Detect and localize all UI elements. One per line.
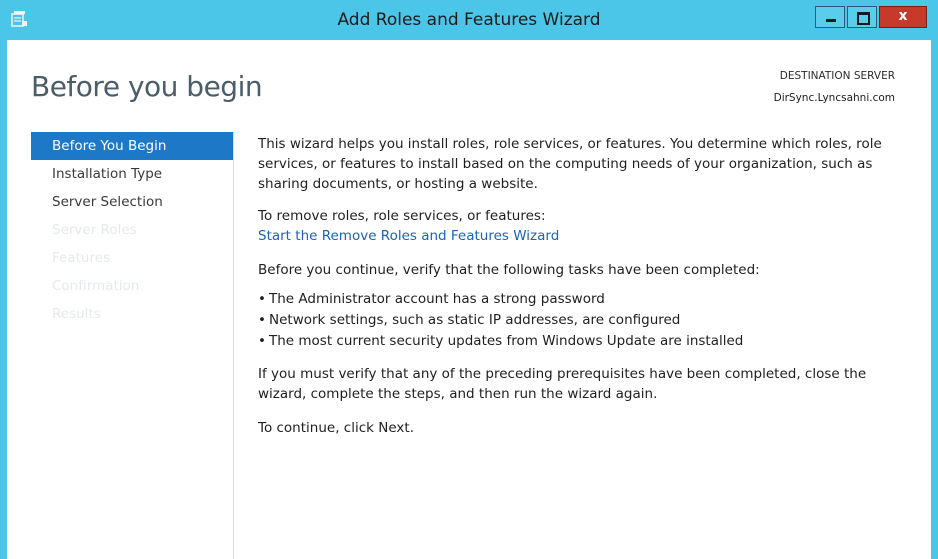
destination-server-label: DESTINATION SERVER	[779, 70, 895, 82]
window-title: Add Roles and Features Wizard	[337, 10, 601, 30]
verify-intro-text: Before you continue, verify that the fol…	[258, 262, 760, 278]
list-item: • The Administrator account has a strong …	[258, 291, 605, 307]
continue-text: To continue, click Next.	[258, 420, 414, 436]
nav-item-server-roles: Server Roles	[52, 222, 137, 238]
list-item: • The most current security updates from …	[258, 333, 744, 349]
nav-item-confirmation: Confirmation	[52, 278, 140, 294]
intro-text: This wizard helps you install roles, rol…	[258, 136, 882, 192]
nav-item-features: Features	[52, 250, 111, 266]
close-icon: x	[898, 8, 908, 24]
nav-item-server-selection[interactable]: Server Selection	[31, 188, 233, 216]
close-button[interactable]: x	[879, 6, 927, 28]
nav-item-before-you-begin[interactable]: Before You Begin	[31, 132, 233, 160]
minimize-icon	[826, 19, 836, 22]
title-bar[interactable]: Add Roles and Features Wizard x	[0, 0, 938, 40]
remove-roles-link[interactable]: Start the Remove Roles and Features Wiza…	[258, 226, 559, 246]
wizard-window: Add Roles and Features Wizard x Before y…	[0, 0, 938, 559]
nav-item-installation-type[interactable]: Installation Type	[31, 160, 233, 188]
list-item: • Network settings, such as static IP add…	[258, 312, 681, 328]
wizard-client-area: Before you begin DESTINATION SERVER DirS…	[7, 40, 931, 559]
list-item-text: The most current security updates from W…	[269, 333, 744, 349]
list-item-text: The Administrator account has a strong p…	[269, 291, 605, 307]
prerequisite-list: • The Administrator account has a strong …	[258, 289, 743, 352]
nav-divider	[233, 132, 234, 559]
maximize-button[interactable]	[847, 6, 877, 28]
minimize-button[interactable]	[815, 6, 845, 28]
wizard-step-nav: Before You Begin Installation Type Serve…	[31, 132, 233, 559]
list-item-text: Network settings, such as static IP addr…	[269, 312, 681, 328]
destination-server-name: DirSync.Lyncsahni.com	[773, 92, 895, 104]
page-title: Before you begin	[31, 70, 263, 103]
verify-outro-text: If you must verify that any of the prece…	[258, 366, 867, 402]
nav-item-results: Results	[52, 306, 101, 322]
maximize-icon	[857, 12, 870, 25]
remove-label: To remove roles, role services, or featu…	[258, 208, 546, 224]
